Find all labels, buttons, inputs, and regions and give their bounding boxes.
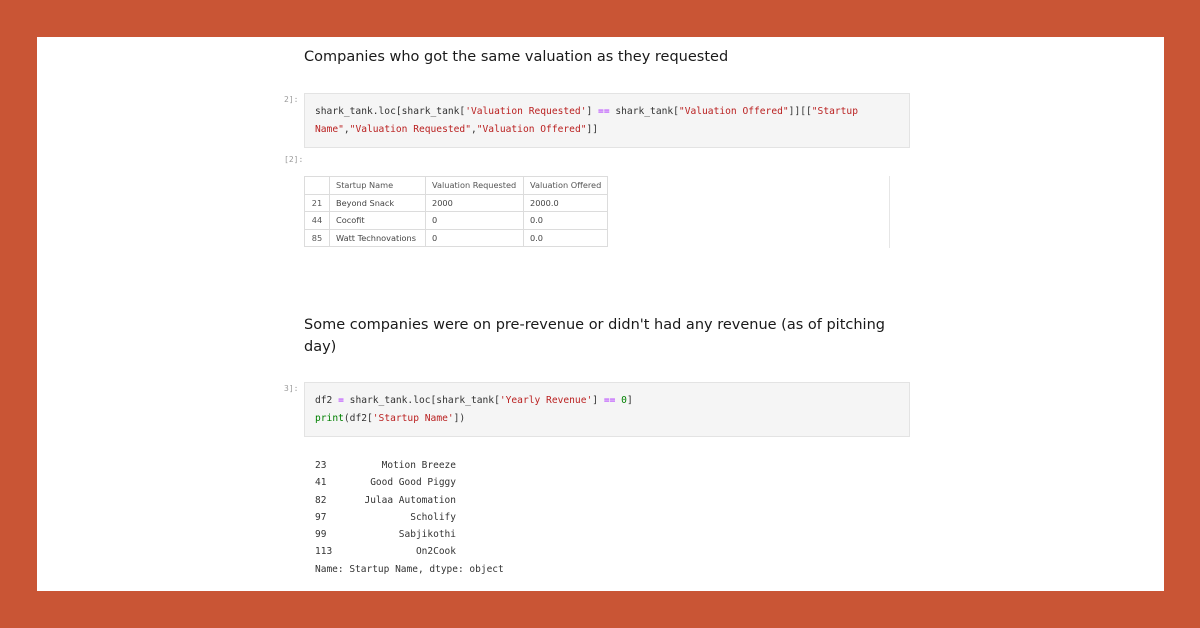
code-builtin: print bbox=[315, 412, 344, 424]
cell-valuation-requested: 0 bbox=[425, 211, 524, 230]
series-value: Sabjikothi bbox=[398, 529, 456, 541]
code-token: shark_tank.loc[shark_tank[ bbox=[343, 395, 500, 406]
cell-valuation-offered: 0.0 bbox=[522, 211, 609, 230]
code-cell-valuation[interactable]: shark_tank.loc[shark_tank['Valuation Req… bbox=[304, 93, 910, 148]
column-header-startup-name: Startup Name bbox=[329, 176, 426, 195]
series-index: 99 bbox=[315, 529, 327, 541]
dataframe-output-table: Startup Name Valuation Requested Valuati… bbox=[304, 176, 609, 247]
code-operator: == bbox=[603, 395, 616, 406]
series-index: 97 bbox=[315, 511, 327, 523]
cell-valuation-requested: 0 bbox=[425, 228, 524, 247]
code-operator: == bbox=[598, 106, 610, 117]
code-string: 'Startup Name' bbox=[372, 412, 454, 424]
code-string: 'Valuation Requested' bbox=[465, 106, 587, 117]
list-item: 97 Scholify bbox=[315, 509, 504, 526]
row-index: 21 bbox=[304, 193, 330, 212]
code-token: shark_tank[ bbox=[609, 106, 679, 117]
code-token: ] bbox=[626, 395, 633, 406]
print-output: 23 Motion Breeze 41 Good Good Piggy 82 Jula… bbox=[315, 457, 504, 578]
section-heading-valuation: Companies who got the same valuation as … bbox=[304, 49, 729, 65]
output-prompt-2: [2]: bbox=[284, 155, 304, 164]
notebook-page: Companies who got the same valuation as … bbox=[37, 37, 1164, 591]
cell-valuation-requested: 2000 bbox=[425, 193, 524, 212]
list-item: 99 Sabjikothi bbox=[315, 526, 504, 543]
series-index: 23 bbox=[315, 460, 327, 471]
column-header-index bbox=[304, 176, 330, 195]
cell-startup-name: Beyond Snack bbox=[329, 193, 426, 212]
column-header-valuation-requested: Valuation Requested bbox=[425, 176, 524, 195]
code-string: 'Yearly Revenue' bbox=[499, 395, 593, 406]
list-item: 82 Julaa Automation bbox=[315, 492, 504, 509]
series-value: Motion Breeze bbox=[381, 460, 456, 471]
cell-startup-name: Watt Technovations bbox=[329, 228, 426, 247]
code-token: ] bbox=[592, 395, 604, 406]
cell-valuation-offered: 2000.0 bbox=[522, 193, 609, 212]
table-row: 21 Beyond Snack 2000 2000.0 bbox=[304, 193, 609, 212]
series-value: Scholify bbox=[410, 511, 456, 523]
code-token: ]][[ bbox=[788, 106, 812, 117]
series-footer: Name: Startup Name, dtype: object bbox=[315, 563, 504, 575]
series-value: Julaa Automation bbox=[364, 494, 456, 506]
code-token: (df2[ bbox=[343, 412, 373, 424]
code-token: shark_tank.loc[shark_tank[ bbox=[315, 106, 466, 117]
list-item: 41 Good Good Piggy bbox=[315, 474, 504, 491]
table-row: 85 Watt Technovations 0 0.0 bbox=[304, 228, 609, 247]
table-row: 44 Cocofit 0 0.0 bbox=[304, 211, 609, 230]
series-value: On2Cook bbox=[415, 546, 456, 558]
code-token: ]) bbox=[453, 412, 466, 424]
cell-startup-name: Cocofit bbox=[329, 211, 426, 230]
code-cell-pre-revenue[interactable]: df2 = shark_tank.loc[shark_tank['Yearly … bbox=[304, 382, 910, 437]
series-index: 41 bbox=[315, 477, 327, 489]
series-index: 82 bbox=[315, 494, 327, 506]
table-header-row: Startup Name Valuation Requested Valuati… bbox=[304, 176, 609, 195]
input-prompt-2: 2]: bbox=[284, 95, 299, 104]
code-token: ]] bbox=[586, 123, 599, 135]
input-prompt-3: 3]: bbox=[284, 384, 299, 393]
code-string: "Valuation Offered" bbox=[476, 123, 587, 135]
code-token: ] bbox=[586, 106, 599, 117]
section-heading-pre-revenue: Some companies were on pre-revenue or di… bbox=[304, 317, 885, 355]
list-item: 113 On2Cook bbox=[315, 543, 504, 560]
code-token: df2 bbox=[315, 395, 339, 406]
list-item: 23 Motion Breeze bbox=[315, 457, 504, 474]
column-header-valuation-offered: Valuation Offered bbox=[522, 176, 609, 195]
cell-valuation-offered: 0.0 bbox=[522, 228, 609, 247]
code-string: "Valuation Requested" bbox=[349, 123, 471, 135]
row-index: 44 bbox=[304, 211, 330, 230]
series-value: Good Good Piggy bbox=[370, 477, 456, 489]
code-string: "Valuation Offered" bbox=[678, 106, 789, 117]
output-scroll-divider bbox=[889, 176, 890, 248]
row-index: 85 bbox=[304, 228, 330, 247]
series-index: 113 bbox=[315, 546, 333, 558]
